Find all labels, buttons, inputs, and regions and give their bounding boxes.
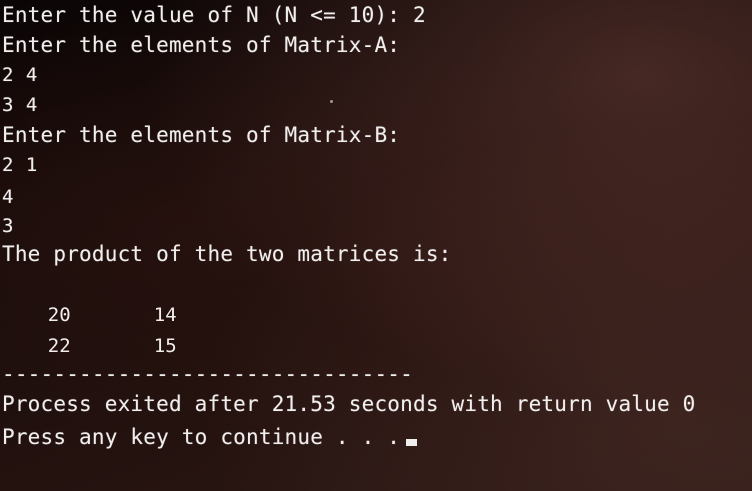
continue-prompt-text: Press any key to continue . . . [2,425,401,449]
matrix-a-row-2: 3 4 [2,94,38,116]
product-header: The product of the two matrices is: [2,242,452,266]
separator-line: -------------------------------- [2,362,413,386]
exit-message: Process exited after 21.53 seconds with … [2,392,696,416]
matrix-b-line-3: 3 [2,215,14,237]
product-cell: 22 [47,335,71,357]
matrix-b-row-1: 2 1 [2,154,38,176]
continue-prompt: Press any key to continue . . . [2,423,418,451]
console-window[interactable]: Enter the value of N (N <= 10): 2 Enter … [0,0,752,491]
matrix-a-row-1: 2 4 [2,64,38,86]
prompt-matrix-a: Enter the elements of Matrix-A: [2,33,401,57]
text-cursor [406,439,418,446]
prompt-n: Enter the value of N (N <= 10): 2 [2,3,426,27]
matrix-b-line-2: 4 [2,186,14,208]
product-cell: 15 [153,335,177,357]
screen-speck [330,100,333,103]
prompt-matrix-b: Enter the elements of Matrix-B: [2,123,401,147]
